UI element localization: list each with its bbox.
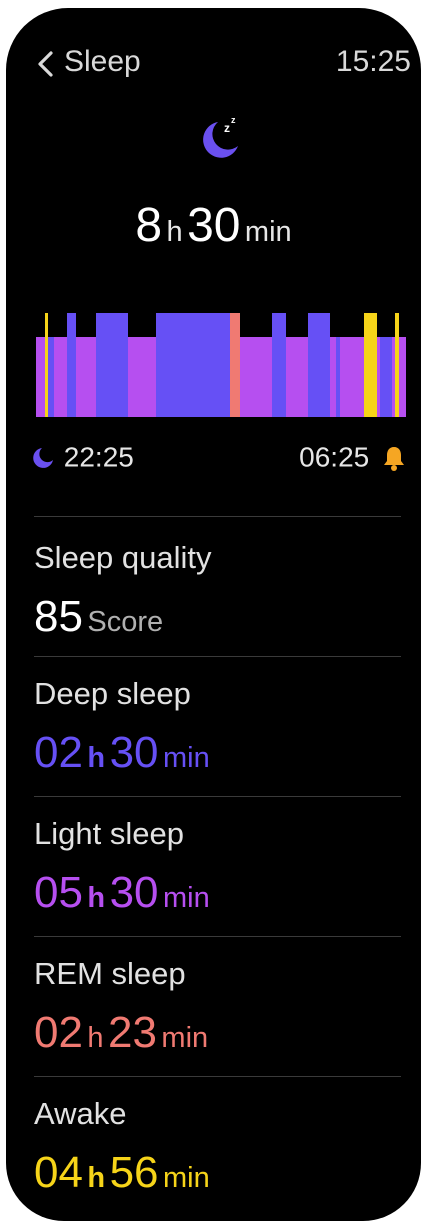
total-minutes-unit: min xyxy=(244,216,292,248)
moon-icon xyxy=(33,447,53,468)
divider xyxy=(34,656,401,657)
svg-text:z: z xyxy=(224,121,230,135)
alarm-bell-icon xyxy=(384,446,404,471)
watch-screen: Sleep 15:25 z z 8 h 30 min 22:25 06:25 S… xyxy=(6,8,421,1221)
total-sleep-duration: 8 h 30 min xyxy=(6,198,421,253)
deep-hours: 02 xyxy=(34,728,83,777)
sleep-quality-label: Sleep quality xyxy=(34,540,212,575)
divider xyxy=(34,516,401,517)
deep-sleep-block xyxy=(308,313,330,417)
divider xyxy=(34,1076,401,1077)
awake-minutes: 56 xyxy=(109,1148,159,1197)
total-minutes: 30 xyxy=(187,199,241,252)
chevron-left-icon xyxy=(38,51,53,77)
divider xyxy=(34,936,401,937)
light-hours: 05 xyxy=(34,868,83,917)
deep-sleep-block xyxy=(156,313,230,417)
wake-time: 06:25 xyxy=(299,440,407,474)
awake-value: 04 h 56 min xyxy=(34,1148,210,1198)
deep-sleep-block xyxy=(67,313,76,417)
deep-sleep-block xyxy=(96,313,128,417)
deep-minutes: 30 xyxy=(109,728,159,777)
sleep-moon-icon: z z xyxy=(203,115,238,158)
deep-sleep-block xyxy=(48,337,54,417)
bedtime: 22:25 xyxy=(30,440,134,474)
quality-score: 85 xyxy=(34,592,83,641)
svg-text:z: z xyxy=(231,115,236,125)
rem-sleep-label: REM sleep xyxy=(34,956,186,991)
bedtime-value: 22:25 xyxy=(63,441,134,473)
awake-hours: 04 xyxy=(34,1148,83,1197)
awake-hours-unit: h xyxy=(87,1162,106,1194)
back-button[interactable] xyxy=(32,44,62,84)
deep-minutes-unit: min xyxy=(162,742,210,774)
deep-sleep-block xyxy=(272,313,286,417)
deep-hours-unit: h xyxy=(87,742,106,774)
awake-minutes-unit: min xyxy=(162,1162,210,1194)
rem-minutes-unit: min xyxy=(161,1022,209,1054)
light-sleep-label: Light sleep xyxy=(34,816,184,851)
light-minutes-unit: min xyxy=(162,882,210,914)
rem-sleep-value: 02 h 23 min xyxy=(34,1008,208,1058)
deep-sleep-block xyxy=(336,337,340,417)
awake-block xyxy=(395,313,399,417)
sleep-stage-chart xyxy=(36,313,406,417)
light-minutes: 30 xyxy=(109,868,159,917)
rem-hours: 02 xyxy=(34,1008,83,1057)
total-hours-unit: h xyxy=(166,216,183,248)
deep-sleep-label: Deep sleep xyxy=(34,676,191,711)
light-hours-unit: h xyxy=(87,882,106,914)
deep-sleep-block xyxy=(380,337,392,417)
divider xyxy=(34,796,401,797)
clock-time: 15:25 xyxy=(335,45,411,78)
rem-minutes: 23 xyxy=(108,1008,157,1057)
page-title: Sleep xyxy=(64,45,141,78)
awake-block xyxy=(45,313,48,417)
deep-sleep-value: 02 h 30 min xyxy=(34,728,210,778)
status-bar: Sleep 15:25 xyxy=(6,8,421,118)
light-sleep-value: 05 h 30 min xyxy=(34,868,210,918)
wake-time-value: 06:25 xyxy=(299,441,370,473)
awake-block xyxy=(364,313,377,417)
awake-label: Awake xyxy=(34,1096,127,1131)
quality-unit: Score xyxy=(87,606,164,638)
rem-sleep-block xyxy=(230,313,240,417)
total-hours: 8 xyxy=(135,199,163,252)
rem-hours-unit: h xyxy=(87,1022,104,1054)
sleep-quality-value: 85 Score xyxy=(34,592,163,642)
